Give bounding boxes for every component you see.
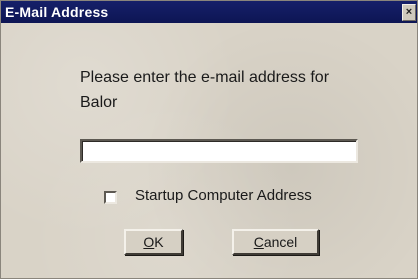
startup-computer-address-checkbox[interactable] [104, 191, 117, 204]
window-title: E-Mail Address [5, 4, 109, 20]
cancel-mnemonic: C [253, 234, 264, 250]
close-icon[interactable]: × [402, 4, 416, 21]
email-address-dialog: E-Mail Address × Please enter the e-mail… [0, 0, 418, 279]
ok-button[interactable]: OK [124, 229, 183, 255]
ok-mnemonic: O [143, 234, 155, 250]
prompt-text: Please enter the e-mail address for Balo… [80, 65, 380, 115]
prompt-line-2: Balor [80, 94, 118, 111]
email-address-input[interactable] [80, 139, 358, 163]
prompt-line-1: Please enter the e-mail address for [80, 69, 330, 86]
cancel-button[interactable]: Cancel [232, 229, 319, 255]
title-bar[interactable]: E-Mail Address × [1, 1, 417, 23]
cancel-label-rest: ancel [263, 234, 298, 250]
startup-computer-address-label[interactable]: Startup Computer Address [135, 187, 312, 204]
ok-label-rest: K [154, 234, 164, 250]
